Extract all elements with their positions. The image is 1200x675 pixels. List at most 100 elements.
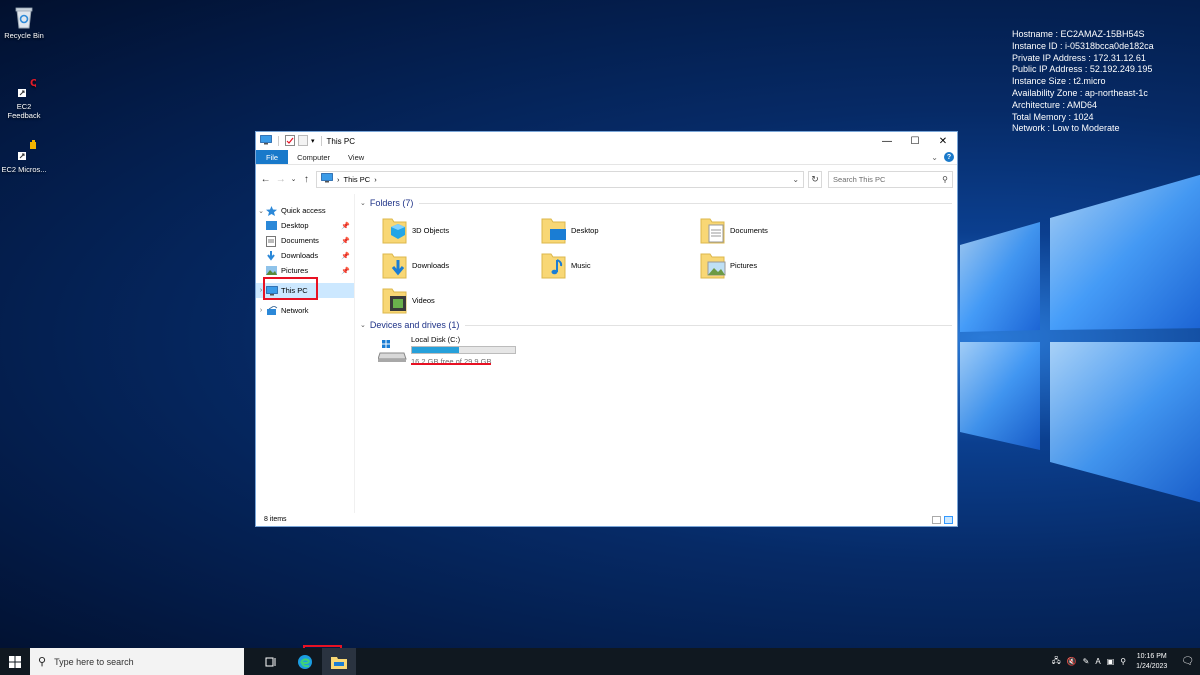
refresh-button[interactable]: ↻	[808, 170, 823, 188]
folder-desktop[interactable]: Desktop	[541, 215, 599, 245]
pin-icon: 📌	[341, 222, 350, 230]
ime-indicator[interactable]: A	[1095, 657, 1100, 666]
properties-icon[interactable]	[285, 134, 295, 148]
nav-item-desktop[interactable]: Desktop 📌	[256, 218, 354, 233]
desktop-icon-recycle-bin[interactable]: Recycle Bin	[0, 5, 48, 40]
maximize-button[interactable]: ☐	[901, 132, 929, 150]
nav-item-pictures[interactable]: Pictures 📌	[256, 263, 354, 278]
title-bar[interactable]: ▾ This PC — ☐ ✕	[256, 132, 957, 150]
pin-icon: 📌	[341, 237, 350, 245]
drive-local-disk-c[interactable]: Local Disk (C:) 16.2 GB free of 29.9 GB	[377, 335, 516, 366]
nav-item-documents[interactable]: Documents 📌	[256, 233, 354, 248]
drive-usage-fill	[412, 347, 460, 353]
folder-documents[interactable]: Documents	[700, 215, 768, 245]
this-pc-icon	[260, 135, 272, 147]
wifi-icon[interactable]: ⚲	[1120, 657, 1126, 666]
notifications-icon[interactable]: 🗨	[1181, 656, 1194, 667]
file-explorer-window[interactable]: ▾ This PC — ☐ ✕ File Computer View ⌄ ? ←…	[255, 131, 958, 527]
clock-date: 1/24/2023	[1136, 662, 1168, 670]
folder-videos[interactable]: Videos	[382, 285, 435, 315]
file-explorer-taskbar-button[interactable]	[322, 648, 356, 675]
breadcrumb-separator-icon: ›	[337, 174, 340, 184]
address-history-icon[interactable]: ⌄	[792, 175, 799, 184]
back-button[interactable]: ←	[260, 172, 271, 186]
windows-logo-wallpaper	[960, 174, 1200, 503]
taskbar-search-box[interactable]: ⚲ Type here to search	[30, 648, 244, 675]
pictures-folder-icon	[700, 250, 726, 280]
documents-folder-icon	[700, 215, 726, 245]
local-disk-icon	[377, 339, 408, 363]
nav-item-downloads[interactable]: Downloads 📌	[256, 248, 354, 263]
help-icon[interactable]: ?	[944, 152, 954, 162]
collapsed-chevron-icon[interactable]: ›	[256, 307, 266, 314]
system-tray: 🖧 🔇 ✎ A ▣ ⚲ 10:16 PM 1/24/2023 🗨	[1052, 652, 1200, 672]
drive-name: Local Disk (C:)	[411, 335, 461, 344]
svg-text:Q: Q	[30, 78, 36, 89]
navigation-pane[interactable]: ⌄ Quick access Desktop 📌 Documents 📌 Dow…	[256, 194, 355, 513]
ec2-feedback-icon: Q	[12, 76, 39, 100]
clock[interactable]: 10:16 PM 1/24/2023	[1136, 652, 1167, 672]
group-collapse-icon[interactable]: ⌄	[360, 199, 366, 207]
ec2-microsoft-icon	[12, 139, 37, 163]
group-collapse-icon[interactable]: ⌄	[360, 321, 366, 329]
network-tray-icon[interactable]: 🖧	[1052, 655, 1061, 669]
tab-file[interactable]: File	[256, 150, 289, 164]
desktop-icon-ec2-feedback[interactable]: Q EC2 Feedback	[0, 76, 48, 120]
sysinfo-line: Total Memory : 1024	[1012, 111, 1094, 122]
search-input[interactable]: Search This PC ⚲	[828, 170, 954, 188]
details-view-button[interactable]	[932, 515, 941, 524]
folder-downloads[interactable]: Downloads	[382, 250, 449, 280]
minimize-button[interactable]: —	[873, 132, 901, 150]
documents-folder-icon	[266, 235, 278, 247]
music-folder-icon	[541, 250, 567, 280]
large-icons-view-button[interactable]	[944, 515, 953, 524]
folder-label: Documents	[730, 225, 768, 235]
task-view-button[interactable]	[254, 648, 288, 675]
clock-time: 10:16 PM	[1136, 652, 1167, 660]
folders-group-header[interactable]: ⌄ Folders (7)	[360, 198, 952, 208]
folder-music[interactable]: Music	[541, 250, 591, 280]
file-explorer-icon	[331, 656, 347, 669]
folder-label: Downloads	[412, 260, 450, 270]
breadcrumb-separator-icon[interactable]: ›	[374, 175, 377, 184]
videos-folder-icon	[382, 285, 408, 315]
tab-computer[interactable]: Computer	[288, 150, 339, 164]
edge-taskbar-button[interactable]	[288, 648, 322, 675]
sysinfo-line: Network : Low to Moderate	[1012, 123, 1120, 134]
nav-label: Pictures	[281, 266, 309, 275]
this-pc-icon	[321, 173, 333, 185]
pin-icon: 📌	[341, 267, 350, 275]
start-button[interactable]	[0, 648, 30, 675]
desktop-icon-ec2-microsoft[interactable]: EC2 Micros...	[0, 139, 48, 174]
ime-mode-icon[interactable]: ▣	[1107, 657, 1115, 666]
items-view[interactable]: ⌄ Folders (7) 3D Objects Desktop Documen…	[355, 194, 957, 513]
taskbar-search-placeholder: Type here to search	[54, 656, 134, 667]
folder-pictures[interactable]: Pictures	[700, 250, 757, 280]
close-button[interactable]: ✕	[929, 132, 957, 150]
folder-3d-objects[interactable]: 3D Objects	[382, 215, 449, 245]
pin-icon: 📌	[341, 252, 350, 260]
pen-workspace-icon[interactable]: ✎	[1083, 657, 1090, 666]
tab-view[interactable]: View	[339, 150, 373, 164]
sysinfo-line: Instance ID : i-05318bcca0de182ca	[1012, 40, 1154, 51]
downloads-arrow-icon	[266, 250, 278, 261]
devices-group-header[interactable]: ⌄ Devices and drives (1)	[360, 320, 952, 330]
system-info-overlay: Hostname : EC2AMAZ-15BH54S Instance ID :…	[1012, 29, 1154, 135]
address-bar[interactable]: › This PC › ⌄	[316, 170, 805, 188]
volume-muted-icon[interactable]: 🔇	[1067, 657, 1077, 666]
customize-toolbar-icon[interactable]: ▾	[311, 137, 315, 145]
nav-quick-access[interactable]: ⌄ Quick access	[256, 203, 354, 218]
ribbon-tabs: File Computer View ⌄ ?	[256, 150, 957, 165]
breadcrumb-this-pc[interactable]: This PC	[344, 175, 371, 184]
expand-ribbon-icon[interactable]: ⌄	[931, 153, 938, 162]
group-divider	[419, 202, 952, 204]
recent-locations-button[interactable]: ⌄	[290, 172, 297, 186]
nav-item-network[interactable]: › Network	[256, 303, 354, 318]
pictures-folder-icon	[266, 265, 278, 276]
new-folder-icon[interactable]	[298, 134, 308, 148]
sysinfo-line: Public IP Address : 52.192.249.195	[1012, 64, 1153, 75]
desktop-icon-label: EC2 Feedback	[7, 102, 41, 120]
up-button[interactable]: ↑	[301, 172, 312, 186]
expanded-chevron-icon[interactable]: ⌄	[256, 207, 266, 215]
forward-button[interactable]: →	[275, 172, 286, 186]
